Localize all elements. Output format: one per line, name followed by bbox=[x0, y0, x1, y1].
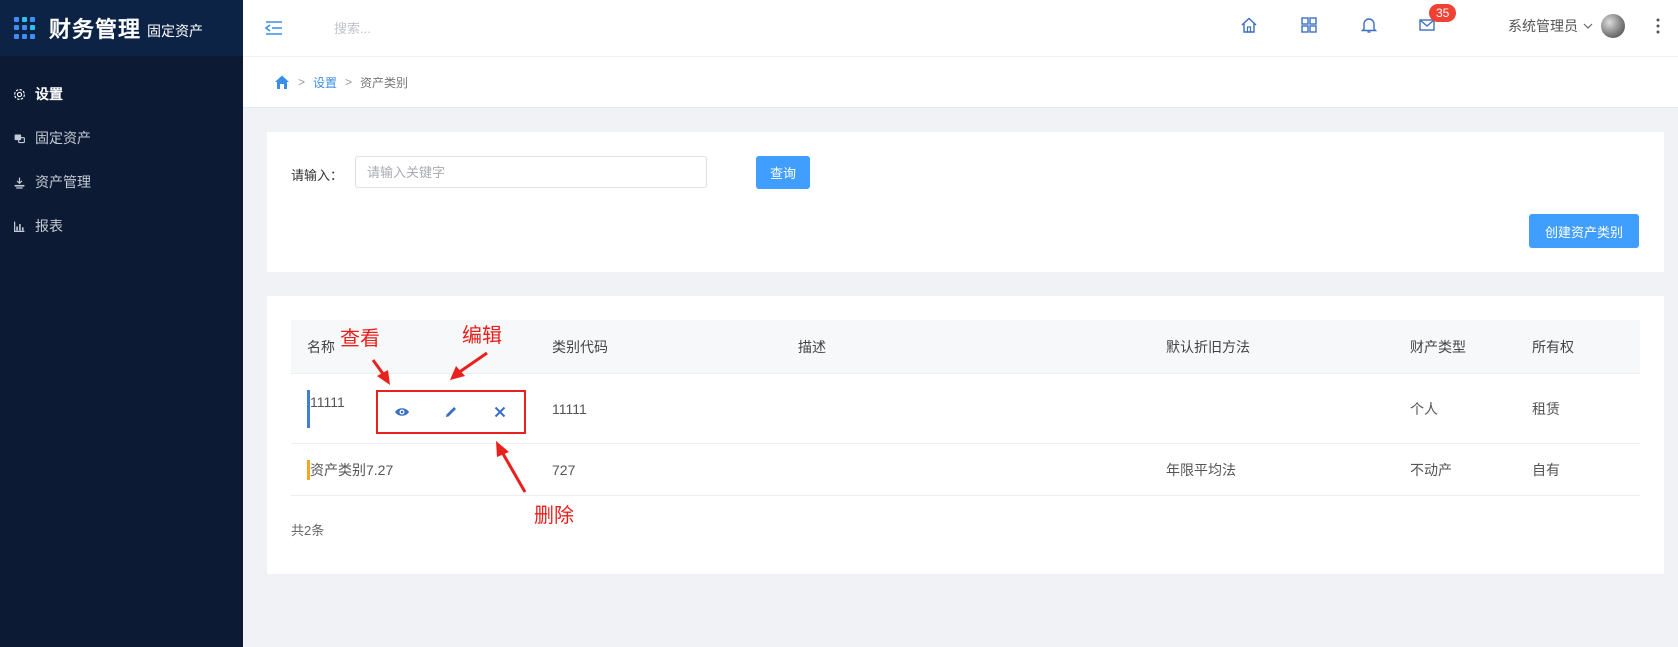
sidebar-menu: 设置 固定资产 资产管理 报表 bbox=[0, 72, 243, 248]
cell-code: 11111 bbox=[552, 400, 587, 417]
column-header-depreciation: 默认折旧方法 bbox=[1166, 338, 1250, 355]
apps-grid-icon[interactable] bbox=[14, 17, 36, 39]
cell-property-type: 个人 bbox=[1410, 400, 1438, 417]
column-header-ownership: 所有权 bbox=[1532, 338, 1574, 355]
brand-subtitle: 固定资产 bbox=[147, 23, 204, 39]
top-header: 35 系统管理员 bbox=[243, 0, 1678, 56]
table-row[interactable]: 11111 11111 个人 租赁 bbox=[291, 374, 1640, 444]
column-header-name: 名称 bbox=[307, 338, 335, 355]
sidebar-item-label: 设置 bbox=[35, 86, 63, 102]
search-panel: 请输入： 查询 创建资产类别 bbox=[267, 132, 1664, 272]
avatar[interactable] bbox=[1601, 14, 1625, 38]
sidebar-item-label: 固定资产 bbox=[35, 130, 91, 146]
gear-icon bbox=[12, 87, 26, 101]
column-header-code: 类别代码 bbox=[552, 338, 608, 355]
header-icons: 35 系统管理员 bbox=[243, 0, 1678, 56]
home-icon[interactable] bbox=[1240, 16, 1260, 36]
user-name: 系统管理员 bbox=[1508, 18, 1578, 34]
view-icon[interactable] bbox=[393, 403, 411, 421]
user-menu[interactable]: 系统管理员 bbox=[1508, 14, 1625, 38]
cell-ownership: 自有 bbox=[1532, 461, 1560, 478]
annotation-delete: 删除 bbox=[534, 505, 574, 527]
table-row[interactable]: 资产类别7.27 727 年限平均法 不动产 自有 bbox=[291, 444, 1640, 496]
cell-property-type: 不动产 bbox=[1410, 461, 1452, 478]
breadcrumb-current: 资产类别 bbox=[360, 75, 409, 90]
apps-icon[interactable] bbox=[1300, 16, 1320, 36]
annotation-edit: 编辑 bbox=[462, 325, 502, 347]
cell-ownership: 租赁 bbox=[1532, 400, 1560, 417]
sidebar-item-settings[interactable]: 设置 bbox=[0, 72, 243, 116]
sidebar-item-reports[interactable]: 报表 bbox=[0, 204, 243, 248]
mail-badge: 35 bbox=[1429, 4, 1457, 22]
sidebar: 财务管理 固定资产 设置 固定资产 资产管理 报表 bbox=[0, 0, 243, 647]
bell-icon[interactable] bbox=[1360, 16, 1380, 36]
sidebar-item-label: 报表 bbox=[35, 218, 63, 234]
row-actions bbox=[376, 390, 526, 434]
breadcrumb-separator: > bbox=[298, 75, 306, 89]
breadcrumb: > 设置 > 资产类别 bbox=[243, 56, 1678, 108]
cell-name: 11111 bbox=[310, 394, 345, 410]
create-asset-category-button[interactable]: 创建资产类别 bbox=[1529, 214, 1639, 248]
cell-depreciation: 年限平均法 bbox=[1166, 461, 1236, 478]
column-header-description: 描述 bbox=[798, 338, 826, 355]
mail-icon[interactable]: 35 bbox=[1418, 4, 1457, 36]
home-icon[interactable] bbox=[274, 74, 290, 90]
column-header-property-type: 财产类型 bbox=[1410, 338, 1466, 355]
breadcrumb-settings[interactable]: 设置 bbox=[313, 74, 337, 91]
query-button[interactable]: 查询 bbox=[756, 156, 810, 189]
breadcrumb-separator: > bbox=[345, 75, 353, 89]
query-label: 请输入： bbox=[291, 168, 344, 183]
edit-icon[interactable] bbox=[442, 403, 460, 421]
manage-icon bbox=[12, 175, 26, 189]
brand: 财务管理 固定资产 bbox=[0, 0, 243, 56]
asset-icon bbox=[12, 131, 26, 145]
brand-name: 财务管理 bbox=[49, 17, 142, 42]
bar-chart-icon bbox=[12, 219, 26, 233]
cell-code: 727 bbox=[552, 461, 576, 478]
sidebar-item-label: 资产管理 bbox=[35, 174, 91, 190]
sidebar-item-asset-management[interactable]: 资产管理 bbox=[0, 160, 243, 204]
chevron-down-icon bbox=[1583, 23, 1593, 29]
total-count: 共2条 bbox=[291, 523, 325, 538]
annotation-view: 查看 bbox=[340, 328, 380, 350]
sidebar-item-fixed-assets[interactable]: 固定资产 bbox=[0, 116, 243, 160]
cell-name: 资产类别7.27 bbox=[310, 461, 394, 478]
delete-icon[interactable] bbox=[491, 403, 509, 421]
keyword-input[interactable] bbox=[355, 156, 707, 188]
more-vertical-icon[interactable] bbox=[1653, 16, 1663, 36]
